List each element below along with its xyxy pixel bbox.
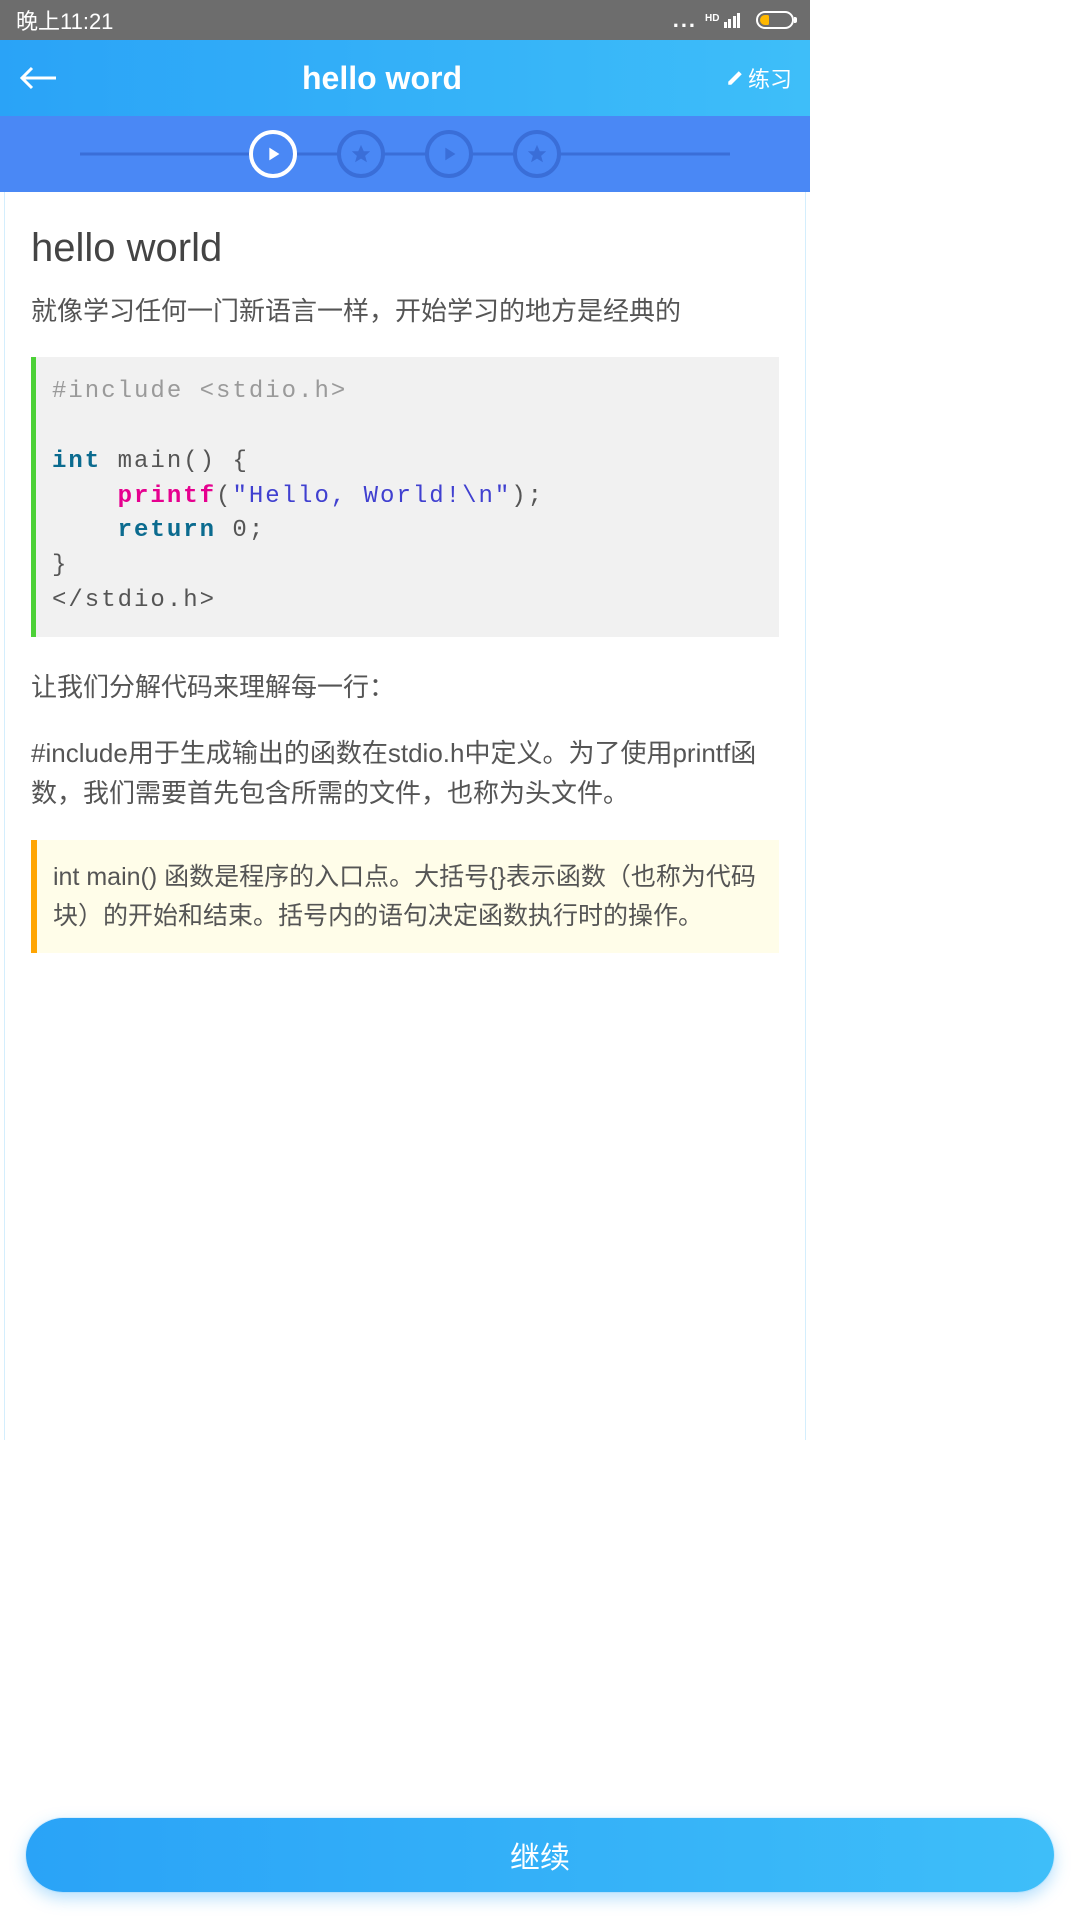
lesson-title: hello world: [31, 226, 779, 271]
signal-icon: [724, 13, 741, 28]
status-bar: 晚上11:21 ... HD: [0, 0, 810, 40]
star-icon: [526, 143, 548, 165]
progress-node-3[interactable]: [425, 130, 473, 178]
paragraph-3: #include用于生成输出的函数在stdio.h中定义。为了使用printf函…: [31, 733, 779, 814]
practice-button[interactable]: 练习: [726, 62, 792, 94]
intro-paragraph: 就像学习任何一门新语言一样，开始学习的地方是经典的: [31, 291, 779, 331]
page-title: hello word: [38, 60, 726, 97]
lesson-content: hello world 就像学习任何一门新语言一样，开始学习的地方是经典的 #i…: [4, 192, 806, 1440]
progress-node-2[interactable]: [337, 130, 385, 178]
lesson-progress: [0, 116, 810, 192]
play-icon: [438, 143, 460, 165]
play-icon: [262, 143, 284, 165]
status-time: 晚上11:21: [16, 4, 113, 36]
battery-icon: [756, 11, 794, 29]
continue-button[interactable]: 继续: [26, 1818, 1054, 1892]
pencil-icon: [726, 69, 744, 87]
practice-label: 练习: [748, 62, 792, 94]
network-dots-icon: ...: [673, 7, 697, 33]
progress-node-4[interactable]: [513, 130, 561, 178]
paragraph-2: 让我们分解代码来理解每一行：: [31, 667, 779, 707]
app-header: hello word 练习: [0, 40, 810, 116]
star-icon: [350, 143, 372, 165]
continue-label: 继续: [510, 1833, 570, 1877]
progress-node-1[interactable]: [249, 130, 297, 178]
status-icons: ... HD: [673, 7, 794, 33]
hd-badge: HD: [705, 13, 719, 24]
code-block: #include <stdio.h> int main() { printf("…: [31, 357, 779, 637]
note-block: int main() 函数是程序的入口点。大括号{}表示函数（也称为代码块）的开…: [31, 840, 779, 954]
